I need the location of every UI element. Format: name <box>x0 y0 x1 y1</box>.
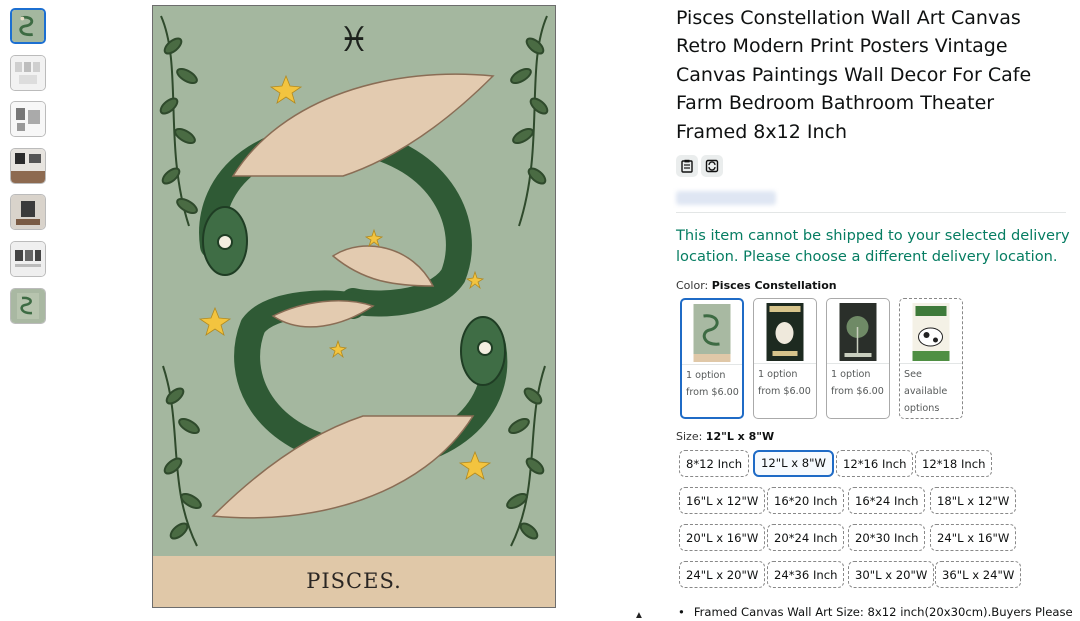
thumbnail-room-display[interactable] <box>10 147 46 184</box>
expand-arrow-icon[interactable]: ▲ <box>634 610 644 621</box>
size-option[interactable]: 30"L x 20"W <box>848 561 935 588</box>
feature-bullet-text: Framed Canvas Wall Art Size: 8x12 inch(2… <box>693 605 1073 619</box>
size-option[interactable]: 16*24 Inch <box>848 487 926 514</box>
swatch-option-count: 1 option <box>758 369 798 380</box>
size-option[interactable]: 20*30 Inch <box>848 524 926 551</box>
size-option[interactable]: 12*16 Inch <box>836 450 914 477</box>
feature-bullet: • Framed Canvas Wall Art Size: 8x12 inch(… <box>678 605 1073 619</box>
color-label-text: Color: <box>676 279 709 292</box>
swatch-price: from $6.00 <box>831 386 884 397</box>
bullet-dot-icon: • <box>678 605 685 619</box>
product-title: Pisces Constellation Wall Art Canvas Ret… <box>676 7 1032 143</box>
delivery-warning: This item cannot be shipped to your sele… <box>676 227 1070 265</box>
size-option[interactable]: 36"L x 24"W <box>935 561 1022 588</box>
size-option-selected[interactable]: 12"L x 8"W <box>753 450 834 477</box>
blurred-price-region <box>676 191 776 205</box>
refresh-icon[interactable] <box>701 155 723 177</box>
size-option[interactable]: 12*18 Inch <box>915 450 993 477</box>
thumbnail-size-chart[interactable] <box>10 101 46 138</box>
color-swatches: 1 option from $6.00 1 option from $6.00 … <box>680 298 972 419</box>
thumbnail-multi-print[interactable] <box>10 54 46 91</box>
swatch-image-botanical <box>839 303 877 361</box>
thumbnail-wall-display[interactable] <box>10 194 46 231</box>
swatch-text: 1 option from $6.00 <box>831 366 884 400</box>
swatch-separator <box>900 363 962 364</box>
main-product-image[interactable]: ♓ PISCES. <box>152 5 556 608</box>
art-caption: PISCES. <box>306 569 402 593</box>
swatch-image-pisces <box>693 304 731 362</box>
size-option[interactable]: 16*20 Inch <box>767 487 845 514</box>
thumbnail-pisces-art-2[interactable] <box>10 287 46 324</box>
color-selected-value: Pisces Constellation <box>711 279 837 292</box>
swatch-separator <box>827 363 889 364</box>
tool-icon-row <box>676 155 726 177</box>
size-option[interactable]: 8*12 Inch <box>679 450 750 477</box>
swatch-option-count: 1 option <box>831 369 871 380</box>
thumbnail-frame-set[interactable] <box>10 240 46 277</box>
swatch-see: See <box>904 369 922 380</box>
color-swatch-pisces[interactable]: 1 option from $6.00 <box>680 298 744 419</box>
color-label: Color: Pisces Constellation <box>676 279 837 292</box>
size-option[interactable]: 18"L x 12"W <box>930 487 1017 514</box>
size-option[interactable]: 24"L x 20"W <box>679 561 766 588</box>
thumbnail-list <box>10 8 50 334</box>
color-swatch-botanical[interactable]: 1 option from $6.00 <box>826 298 890 419</box>
swatch-price: from $6.00 <box>686 387 739 398</box>
size-option[interactable]: 16"L x 12"W <box>679 487 766 514</box>
size-label: Size: 12"L x 8"W <box>676 430 774 443</box>
size-option[interactable]: 24*36 Inch <box>767 561 845 588</box>
size-label-text: Size: <box>676 430 703 443</box>
swatch-price: from $6.00 <box>758 386 811 397</box>
swatch-available: available <box>904 386 948 397</box>
swatch-separator <box>754 363 816 364</box>
swatch-option-count: 1 option <box>686 370 726 381</box>
divider <box>676 212 1066 213</box>
swatch-text: 1 option from $6.00 <box>686 367 739 401</box>
clipboard-icon[interactable] <box>676 155 698 177</box>
size-option[interactable]: 24"L x 16"W <box>930 524 1017 551</box>
swatch-options: options <box>904 403 940 414</box>
swatch-text: 1 option from $6.00 <box>758 366 811 400</box>
color-swatch-cow[interactable]: See available options <box>899 298 963 419</box>
color-swatch-anatomy[interactable]: 1 option from $6.00 <box>753 298 817 419</box>
swatch-image-cow <box>912 303 950 361</box>
swatch-text: See available options <box>904 366 947 417</box>
pisces-symbol: ♓ <box>338 20 370 60</box>
thumbnail-pisces-art[interactable] <box>10 8 46 44</box>
size-selected-value: 12"L x 8"W <box>705 430 775 443</box>
swatch-image-anatomy <box>766 303 804 361</box>
swatch-separator <box>682 364 742 365</box>
size-option[interactable]: 20*24 Inch <box>767 524 845 551</box>
size-option[interactable]: 20"L x 16"W <box>679 524 766 551</box>
